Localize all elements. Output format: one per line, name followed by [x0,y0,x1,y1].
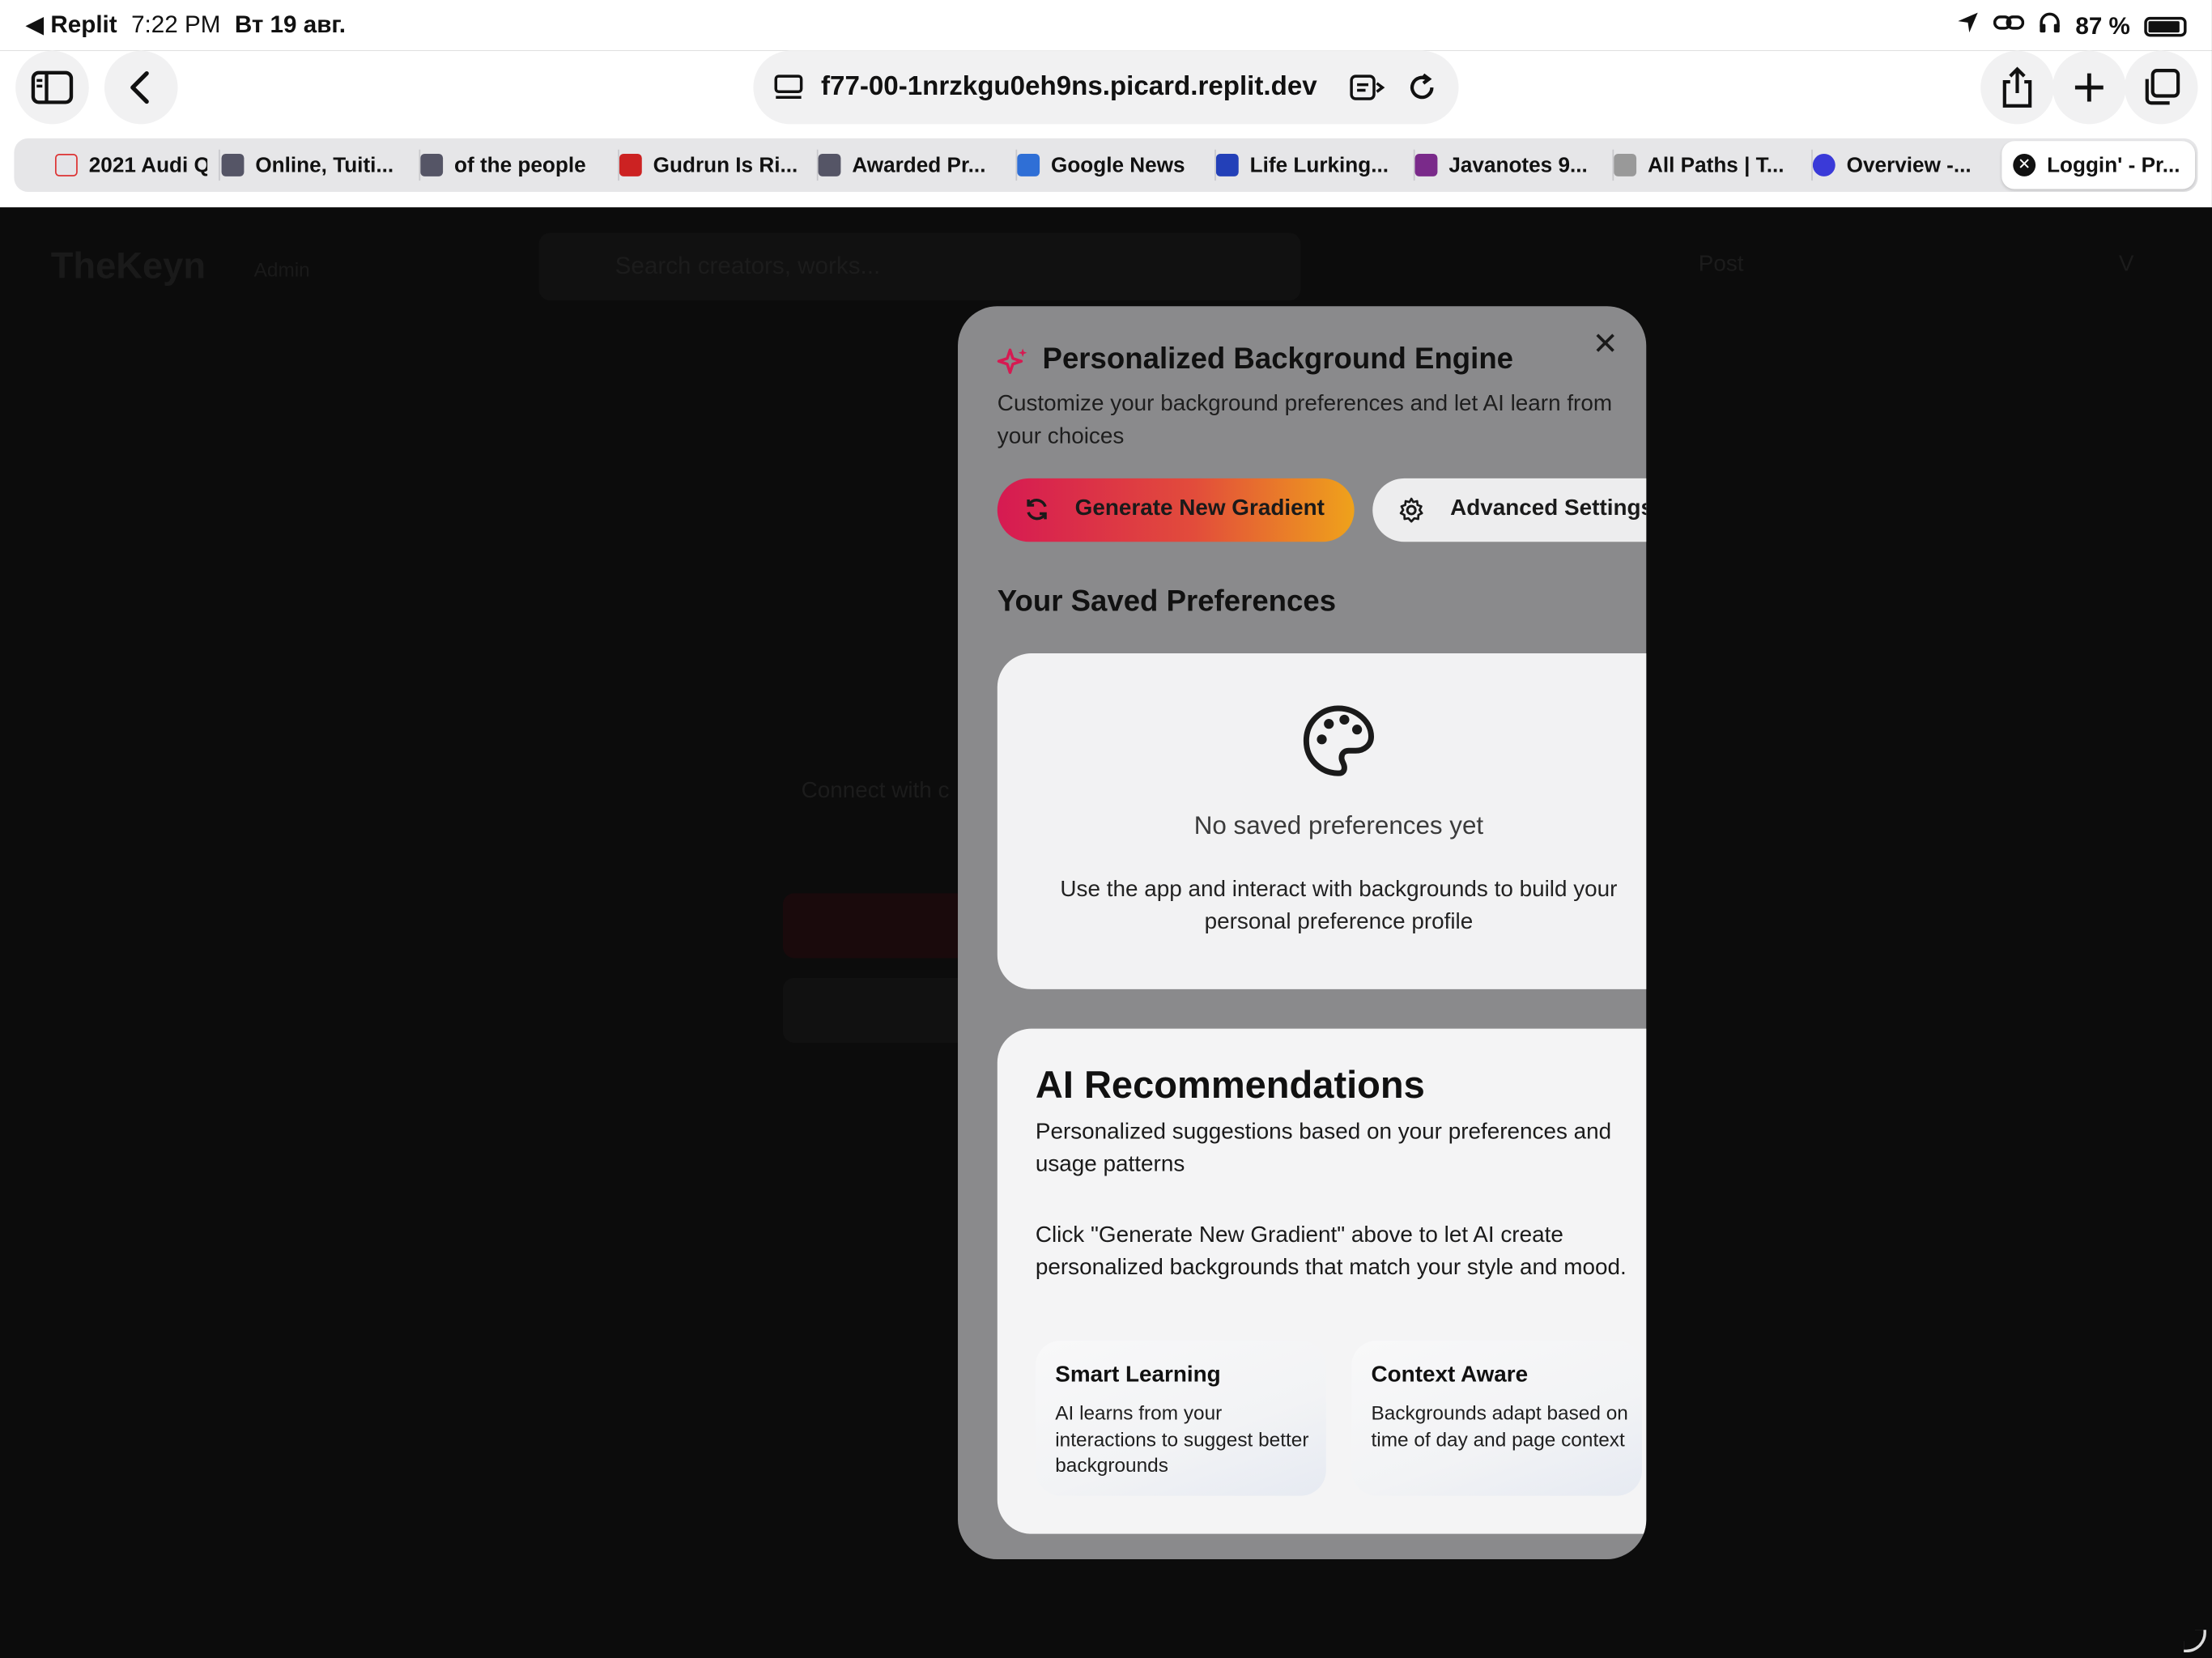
background-engine-modal: ✕ Personalized Background Engine Customi… [958,306,1647,1560]
tab-favicon-icon [420,153,444,176]
status-date: Вт 19 авг. [234,11,347,39]
back-button[interactable] [104,50,178,125]
tab-favicon-icon [221,153,245,176]
tab-item[interactable]: Life Lurking... [1215,138,1408,192]
refresh-icon [1027,499,1047,521]
location-icon [1957,11,1980,41]
sidebar-icon [31,70,74,104]
status-time: 7:22 PM [131,11,221,39]
page-menu-icon[interactable] [773,72,804,103]
ai-recommendations-body: Click "Generate New Gradient" above to l… [1035,1223,1627,1280]
ai-recommendations-card: AI Recommendations Personalized suggesti… [997,1028,1647,1534]
share-icon [2002,66,2032,108]
tab-favicon-icon [1017,153,1040,176]
address-bar[interactable]: f77-00-1nrzkgu0eh9ns.picard.replit.dev [753,50,1459,125]
feature-card-smart-learning: Smart Learning AI learns from your inter… [1035,1340,1326,1496]
chevron-left-icon [130,71,149,104]
headphones-icon [2039,11,2061,41]
primary-cta-button[interactable] [782,893,981,959]
tab-item-active[interactable]: ✕ Loggin' - Pr... [2001,141,2196,189]
tab-favicon-icon [818,153,841,176]
share-button[interactable] [1980,50,2054,125]
tab-favicon-icon [54,153,78,176]
advanced-settings-button[interactable]: Advanced Settings [1372,478,1647,542]
empty-state-hint: Use the app and interact with background… [1060,878,1618,934]
avatar[interactable]: V [2119,253,2134,278]
saved-preferences-heading: Your Saved Preferences [997,585,1337,619]
secondary-cta-button[interactable] [782,977,981,1044]
tab-item[interactable]: Gudrun Is Ri... [619,138,811,192]
sidebar-toggle-button[interactable] [15,50,89,125]
browser-toolbar: f77-00-1nrzkgu0eh9ns.picard.replit.dev 2… [0,50,2212,208]
saved-preferences-card: No saved preferences yet Use the app and… [997,653,1647,989]
sparkles-icon [997,348,1027,374]
connect-text: Connect with c [801,779,950,803]
app-logo: TheKeyn [50,244,206,287]
modal-description: Customize your background preferences an… [997,392,1613,449]
tab-item[interactable]: Online, Tuiti... [221,138,414,192]
tab-item[interactable]: All Paths | T... [1614,138,1802,192]
role-label: Admin [253,257,310,281]
ai-recommendations-heading: AI Recommendations [1035,1064,1425,1107]
post-button[interactable]: Post [1699,253,1744,278]
palette-icon [1303,705,1375,776]
status-bar: ◀ Replit 7:22 PM Вт 19 авг. 87 % [0,0,2212,51]
tab-favicon-icon [1812,153,1836,176]
tab-overview-button[interactable] [2124,50,2198,125]
tab-item[interactable]: Javanotes 9... [1414,138,1604,192]
feature-card-context-aware: Context Aware Backgrounds adapt based on… [1351,1340,1643,1496]
url-text: f77-00-1nrzkgu0eh9ns.picard.replit.dev [821,71,1317,102]
tab-item[interactable]: Overview -... [1812,138,1996,192]
tab-strip: 2021 Audi Q Online, Tuiti... of the peop… [14,138,2198,193]
battery-icon [2144,16,2187,36]
tab-item[interactable]: Awarded Pr... [818,138,1007,192]
link-icon [1993,11,2025,41]
search-input[interactable]: Search creators, works... [538,232,1301,301]
tab-favicon-icon [1614,153,1637,176]
reload-icon[interactable] [1405,70,1439,104]
tab-favicon-icon [1414,153,1438,176]
new-tab-button[interactable] [2052,50,2126,125]
modal-title: Personalized Background Engine [1042,342,1514,376]
tab-favicon-icon [1215,153,1239,176]
generate-gradient-button[interactable]: Generate New Gradient [997,478,1355,542]
empty-state-title: No saved preferences yet [1193,811,1484,840]
close-icon[interactable]: ✕ [1590,328,1621,359]
ai-recommendations-subtitle: Personalized suggestions based on your p… [1035,1120,1612,1177]
tab-item[interactable]: Google News [1017,138,1206,192]
tab-item[interactable]: of the people [420,138,609,192]
back-to-app-link[interactable]: ◀ Replit [25,11,117,40]
tabs-icon [2145,69,2180,105]
battery-percent: 87 % [2075,11,2130,39]
reader-icon[interactable] [1349,72,1385,103]
tab-favicon-icon [619,153,642,176]
close-tab-icon[interactable]: ✕ [2013,153,2036,176]
plus-icon [2074,73,2104,102]
tab-item[interactable]: 2021 Audi Q [54,138,207,192]
gear-icon [1399,497,1423,523]
